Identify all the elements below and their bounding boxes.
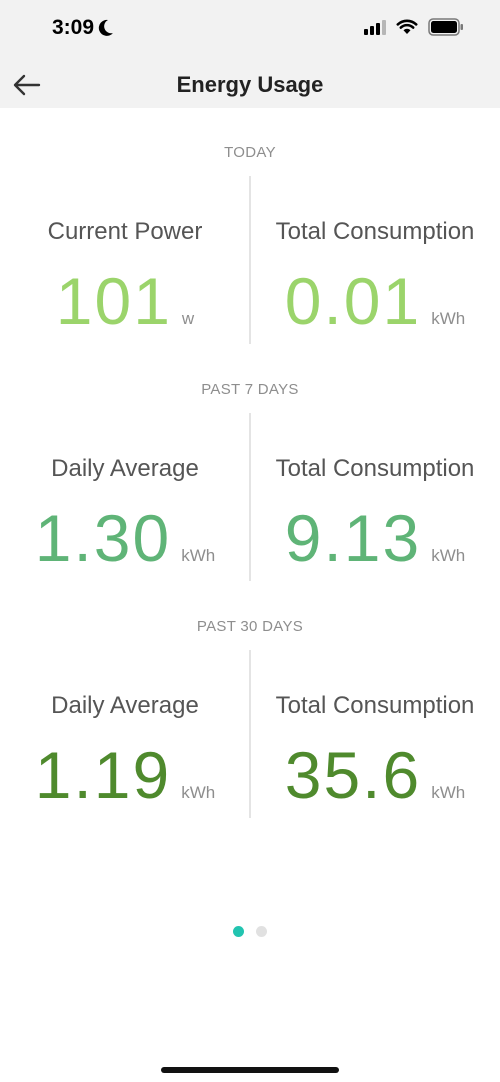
stat-value: 35.6 bbox=[284, 738, 422, 812]
stat-unit: kWh bbox=[431, 546, 466, 565]
wifi-icon bbox=[396, 19, 418, 34]
battery-icon bbox=[428, 18, 463, 36]
stat-unit: kWh bbox=[181, 783, 216, 802]
status-time: 3:09 bbox=[52, 16, 114, 40]
time-text: 3:09 bbox=[52, 16, 95, 39]
past7-daily-average-value-row: 1.30 kWh bbox=[0, 505, 250, 571]
cellular-signal-icon bbox=[364, 19, 386, 35]
stat-value: 0.01 bbox=[284, 264, 422, 338]
page-dot-1[interactable] bbox=[233, 926, 244, 937]
nav-bar: Energy Usage bbox=[0, 60, 500, 108]
status-icons bbox=[364, 18, 464, 36]
stat-unit: kWh bbox=[181, 546, 216, 565]
page-dot-2[interactable] bbox=[256, 926, 267, 937]
page-indicator bbox=[0, 926, 500, 937]
stat-unit: kWh bbox=[431, 783, 466, 802]
past7-total-consumption-value-row: 9.13 kWh bbox=[250, 505, 500, 571]
section-header-past-30-days: PAST 30 DAYS bbox=[196, 618, 304, 635]
past30-daily-average-value-row: 1.19 kWh bbox=[0, 742, 250, 808]
home-indicator[interactable] bbox=[161, 1067, 339, 1073]
stat-unit: kWh bbox=[431, 309, 466, 328]
stat-value: 101 bbox=[55, 264, 172, 338]
stat-value: 1.30 bbox=[34, 501, 172, 575]
moon-icon bbox=[98, 19, 114, 36]
status-bar: 3:09 bbox=[0, 0, 500, 60]
stat-label: Current Power bbox=[47, 218, 203, 245]
stat-label: Total Consumption bbox=[275, 218, 475, 245]
stat-value: 1.19 bbox=[34, 738, 172, 812]
stat-label: Total Consumption bbox=[275, 692, 475, 719]
today-total-consumption-value-row: 0.01 kWh bbox=[250, 268, 500, 334]
current-power-stat: Current Power bbox=[0, 218, 250, 246]
page-title: Energy Usage bbox=[176, 72, 324, 97]
stat-value: 9.13 bbox=[284, 501, 422, 575]
past7-total-consumption-stat: Total Consumption bbox=[250, 455, 500, 483]
stat-unit: w bbox=[181, 309, 195, 328]
past30-daily-average-stat: Daily Average bbox=[0, 692, 250, 720]
current-power-value-row: 101 w bbox=[0, 268, 250, 334]
past30-total-consumption-value-row: 35.6 kWh bbox=[250, 742, 500, 808]
past30-total-consumption-stat: Total Consumption bbox=[250, 692, 500, 720]
stat-label: Total Consumption bbox=[275, 455, 475, 482]
past7-daily-average-stat: Daily Average bbox=[0, 455, 250, 483]
stat-label: Daily Average bbox=[51, 692, 199, 719]
stat-label: Daily Average bbox=[51, 455, 199, 482]
section-header-today: TODAY bbox=[224, 144, 276, 161]
today-total-consumption-stat: Total Consumption bbox=[250, 218, 500, 246]
section-header-past-7-days: PAST 7 DAYS bbox=[201, 381, 299, 398]
